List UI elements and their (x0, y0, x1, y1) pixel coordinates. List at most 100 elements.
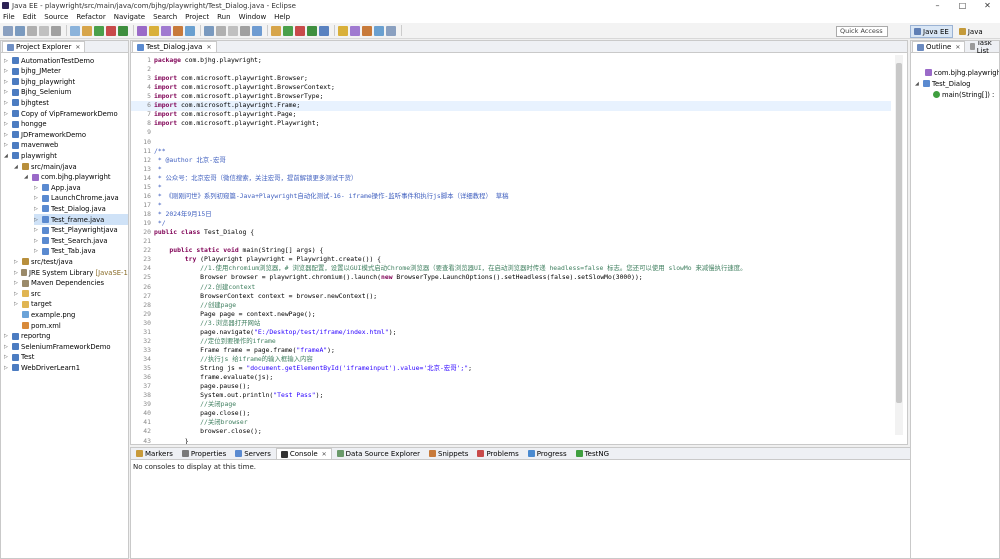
search-icon[interactable] (338, 25, 348, 36)
tab-markers[interactable]: Markers (132, 448, 177, 459)
code-line[interactable]: 12 * @author 北京-宏哥 (131, 156, 891, 165)
back-icon[interactable] (362, 25, 372, 36)
tree-item[interactable]: pom.xml (14, 320, 128, 331)
code-area[interactable]: 1 package com.bjhg.playwright; 2 3 import co… (131, 54, 891, 444)
close-icon[interactable]: ✕ (75, 44, 80, 51)
outline-item[interactable]: main(String[]) : (931, 89, 994, 100)
code-line[interactable]: 16 * 《刚刚问世》系列初窥篇-Java+Playwright自动化测试-16… (131, 192, 891, 201)
chevron-right-icon[interactable]: ▷ (34, 195, 40, 201)
step-icon[interactable] (70, 25, 80, 36)
save-all-icon[interactable] (216, 25, 226, 36)
code-line[interactable]: 38 System.out.println("Test Pass"); (131, 391, 891, 400)
code-line[interactable]: 41 //关闭browser (131, 418, 891, 427)
save-all-icon[interactable] (27, 25, 37, 36)
code-line[interactable]: 34 //执行js 给iframe的输入框输入内容 (131, 355, 891, 364)
close-icon[interactable]: ✕ (322, 451, 327, 458)
code-line[interactable]: 21 (131, 237, 891, 246)
code-line[interactable]: 2 (131, 65, 891, 74)
tree-item[interactable]: ▷ Test_frame.java (34, 214, 128, 225)
tab-outline[interactable]: Outline ✕ (912, 41, 966, 52)
menu-search[interactable]: Search (153, 13, 177, 21)
tab-test-dialog[interactable]: Test_Dialog.java ✕ (132, 41, 217, 52)
external-tools-icon[interactable] (319, 25, 329, 36)
tab-console[interactable]: Console ✕ (275, 448, 332, 459)
debug-icon[interactable] (307, 25, 317, 36)
code-line[interactable]: 27 BrowserContext context = browser.newC… (131, 292, 891, 301)
code-line[interactable]: 26 //2.创建context (131, 283, 891, 292)
code-line[interactable]: 10 (131, 138, 891, 147)
skip-icon[interactable] (252, 25, 262, 36)
tree-item[interactable]: ▷ JRE System Library [JavaSE-1. (14, 267, 128, 278)
editor-scroll-thumb[interactable] (896, 63, 902, 403)
tree-item[interactable]: ◢ src/main/java (14, 161, 128, 172)
run-icon[interactable] (283, 25, 293, 36)
tree-item[interactable]: ▷ Test_Dialog.java (34, 203, 128, 214)
forward-icon[interactable] (374, 25, 384, 36)
run-icon[interactable] (94, 25, 104, 36)
chevron-down-icon[interactable]: ◢ (24, 174, 30, 180)
menu-window[interactable]: Window (239, 13, 267, 21)
close-icon[interactable]: ✕ (975, 0, 1000, 11)
chevron-right-icon[interactable]: ▷ (4, 344, 10, 350)
tree-item[interactable]: ▷ WebDriverLearn1 (4, 362, 128, 373)
menu-run[interactable]: Run (217, 13, 230, 21)
code-line[interactable]: 14 * 公众号：北京宏哥（微信搜索，关注宏哥，提前解锁更多测试干货） (131, 174, 891, 183)
chevron-right-icon[interactable]: ▷ (4, 111, 10, 117)
tree-item[interactable]: ▷ JDFrameworkDemo (4, 129, 128, 140)
chevron-right-icon[interactable]: ▷ (14, 301, 20, 307)
tab-servers[interactable]: Servers (231, 448, 275, 459)
menu-refactor[interactable]: Refactor (76, 13, 105, 21)
search-icon[interactable] (149, 25, 159, 36)
chevron-right-icon[interactable]: ▷ (34, 217, 40, 223)
tab-snippets[interactable]: Snippets (425, 448, 472, 459)
tree-item[interactable]: example.png (14, 309, 128, 320)
perspective-java-ee[interactable]: Java EE (910, 25, 953, 38)
chevron-right-icon[interactable]: ▷ (34, 238, 40, 244)
code-line[interactable]: 9 (131, 128, 891, 137)
tree-item[interactable]: ▷ Test_Tab.java (34, 246, 128, 257)
annotation-icon[interactable] (350, 25, 360, 36)
properties-icon[interactable] (240, 25, 250, 36)
chevron-right-icon[interactable]: ▷ (4, 58, 10, 64)
forward-icon[interactable] (185, 25, 195, 36)
menu-file[interactable]: File (3, 13, 15, 21)
tree-item[interactable]: ▷ bjhg_JMeter (4, 66, 128, 77)
chevron-right-icon[interactable]: ▷ (4, 354, 10, 360)
code-line[interactable]: 42 browser.close(); (131, 427, 891, 436)
chevron-right-icon[interactable]: ▷ (14, 270, 19, 276)
tree-item[interactable]: ▷ bjhgtest (4, 97, 128, 108)
stop-icon[interactable] (295, 25, 305, 36)
tree-item[interactable]: ▷ Test_Playwrightjava (34, 225, 128, 236)
tree-item[interactable]: ▷ target (14, 299, 128, 310)
code-line[interactable]: 22 public static void main(String[] args… (131, 246, 891, 255)
chevron-right-icon[interactable]: ▷ (4, 333, 10, 339)
code-line[interactable]: 39 //关闭page (131, 400, 891, 409)
new-icon[interactable] (386, 25, 396, 36)
code-line[interactable]: 7 import com.microsoft.playwright.Page; (131, 110, 891, 119)
menu-navigate[interactable]: Navigate (114, 13, 145, 21)
code-line[interactable]: 24 //1.使用chromium浏览器，# 浏览器配置，设置以GUI模式启动C… (131, 264, 891, 273)
tree-item[interactable]: ◢ playwright (4, 150, 128, 161)
outline-item[interactable]: com.bjhg.playwrigh (923, 67, 999, 78)
code-line[interactable]: 33 Frame frame = page.frame("frameA"); (131, 346, 891, 355)
tab-problems[interactable]: Problems (473, 448, 522, 459)
save-icon[interactable] (15, 25, 25, 36)
code-line[interactable]: 13 * (131, 165, 891, 174)
tree-item[interactable]: ▷ Test_Search.java (34, 235, 128, 246)
tree-item[interactable]: ▷ hongge (4, 119, 128, 130)
code-line[interactable]: 15 * (131, 183, 891, 192)
tab-task-list[interactable]: Task List (966, 41, 999, 55)
tab-data-source-explorer[interactable]: Data Source Explorer (333, 448, 424, 459)
debug-icon[interactable] (118, 25, 128, 36)
code-line[interactable]: 20 public class Test_Dialog { (131, 228, 891, 237)
code-line[interactable]: 32 //定位到要操作的iframe (131, 337, 891, 346)
chevron-right-icon[interactable]: ▷ (4, 89, 10, 95)
perspective-java[interactable]: Java (955, 25, 987, 38)
build-icon[interactable] (82, 25, 92, 36)
code-line[interactable]: 5 import com.microsoft.playwright.Browser… (131, 92, 891, 101)
code-line[interactable]: 28 //创建page (131, 301, 891, 310)
chevron-right-icon[interactable]: ▷ (34, 185, 40, 191)
tab-progress[interactable]: Progress (524, 448, 571, 459)
chevron-right-icon[interactable]: ▷ (14, 259, 20, 265)
chevron-right-icon[interactable]: ▷ (14, 291, 20, 297)
